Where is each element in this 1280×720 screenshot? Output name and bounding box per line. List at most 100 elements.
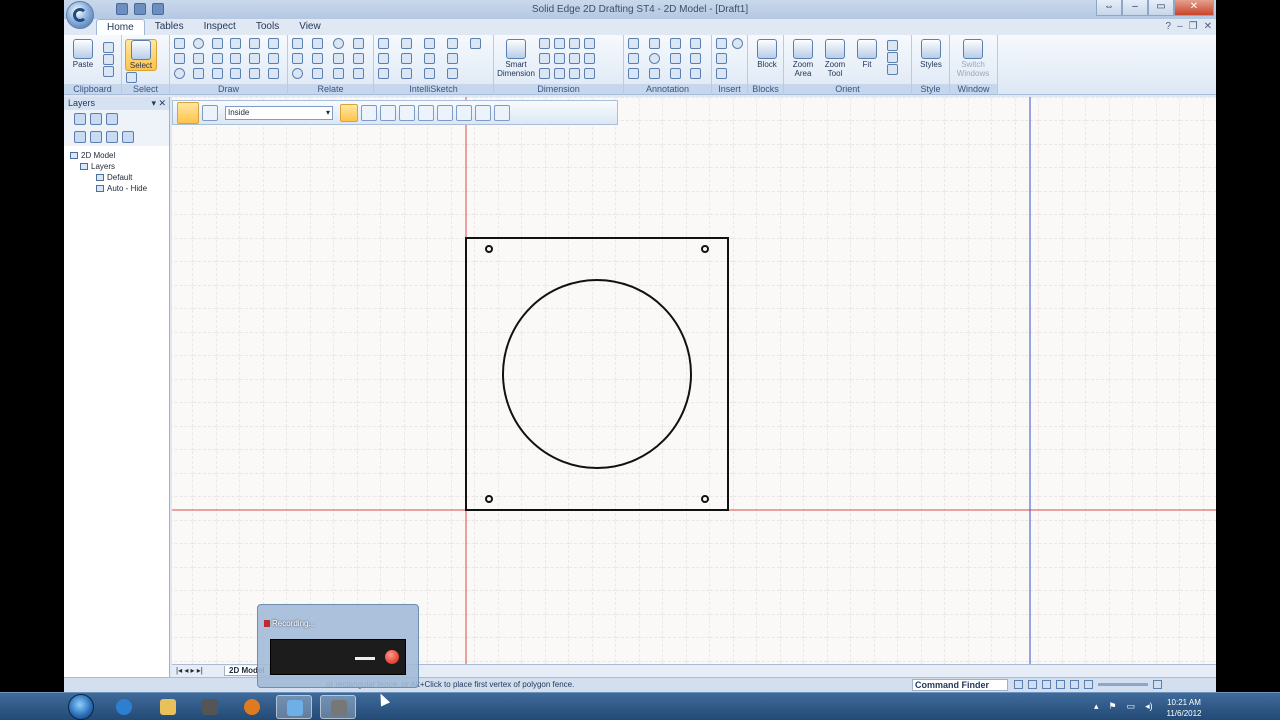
dim-axis-icon[interactable]	[569, 53, 581, 64]
tree-item-auto-hide[interactable]: Auto - Hide	[70, 183, 163, 194]
network-icon[interactable]: ▭	[1127, 701, 1136, 712]
snap-endpoint-icon[interactable]	[378, 38, 389, 49]
select-filter-icon[interactable]	[202, 104, 218, 121]
relationship-handles-icon[interactable]	[352, 68, 364, 79]
snap-midpoint-icon[interactable]	[378, 53, 389, 64]
edge-condition-icon[interactable]	[669, 68, 681, 79]
image-icon[interactable]	[716, 53, 727, 64]
perpendicular-icon[interactable]	[312, 53, 324, 64]
fence-icon[interactable]	[340, 103, 358, 122]
horizontal-icon[interactable]	[292, 53, 303, 64]
tab-tools[interactable]: Tools	[246, 19, 289, 35]
select-button[interactable]: Select	[125, 39, 157, 71]
help-question-icon[interactable]: ?	[1166, 21, 1172, 32]
drawing-canvas[interactable]	[172, 97, 1216, 664]
parallel-icon[interactable]	[312, 38, 324, 49]
datum-target-icon[interactable]	[690, 68, 702, 79]
hatch-icon[interactable]	[249, 53, 261, 64]
copy-icon[interactable]	[103, 54, 115, 65]
snap-tangent-icon[interactable]	[401, 53, 412, 64]
application-button[interactable]	[66, 1, 94, 29]
select-tool-icon[interactable]	[177, 101, 199, 124]
polygon-fence-icon[interactable]	[418, 104, 434, 121]
doc-close-button[interactable]: ✕	[1204, 21, 1212, 32]
snap-perpendicular-icon[interactable]	[401, 68, 412, 79]
equal-icon[interactable]	[332, 53, 344, 64]
area-icon[interactable]	[249, 68, 261, 79]
taskbar-recorder[interactable]	[320, 695, 356, 719]
view-options-icon[interactable]	[887, 64, 899, 75]
recorder-popup[interactable]: Recording...	[257, 604, 419, 688]
surface-texture-icon[interactable]	[648, 38, 660, 49]
snap-settings-icon[interactable]	[447, 68, 458, 79]
arc-icon[interactable]	[192, 38, 204, 49]
fit-status-icon[interactable]	[1056, 680, 1065, 689]
datum-frame-icon[interactable]	[669, 38, 681, 49]
coordinate-icon[interactable]	[539, 68, 551, 79]
zoom-in-icon[interactable]	[1153, 680, 1162, 689]
snap-center-icon[interactable]	[378, 68, 389, 79]
delete-layer-icon[interactable]	[90, 113, 102, 125]
switch-windows-button[interactable]: Switch Windows	[953, 39, 993, 78]
line-icon[interactable]	[174, 38, 185, 49]
tab-home[interactable]: Home	[96, 19, 145, 35]
globe-icon[interactable]	[731, 38, 743, 49]
close-button[interactable]: ✕	[1174, 0, 1214, 16]
tree-item-default[interactable]: Default	[70, 172, 163, 183]
check-icon[interactable]	[475, 104, 491, 121]
intellisketch-options-icon[interactable]	[470, 38, 481, 49]
smart-dimension-button[interactable]: Smart Dimension	[497, 39, 535, 78]
rigid-icon[interactable]	[352, 53, 364, 64]
copy-attrs-icon[interactable]	[554, 68, 566, 79]
pan-icon[interactable]	[887, 40, 899, 51]
connect-icon[interactable]	[292, 38, 303, 49]
doc-restore-button[interactable]: ❐	[1189, 21, 1198, 32]
dim-baseline-icon[interactable]	[584, 68, 596, 79]
snap-grid-icon[interactable]	[447, 38, 458, 49]
fence-mode-select[interactable]: Inside	[225, 105, 333, 120]
fillet-icon[interactable]	[211, 38, 223, 49]
record-button-icon[interactable]	[385, 650, 399, 664]
angle-icon[interactable]	[539, 53, 551, 64]
layer-settings-icon[interactable]	[122, 131, 134, 143]
move-icon[interactable]	[211, 68, 223, 79]
mirror-icon[interactable]	[230, 53, 242, 64]
restore-button[interactable]: ▭	[1148, 0, 1174, 16]
rotate-icon[interactable]	[230, 38, 242, 49]
zoom-previous-icon[interactable]	[887, 52, 899, 63]
layer-properties-icon[interactable]	[106, 113, 118, 125]
block-button[interactable]: Block	[751, 39, 783, 69]
zoom-slider[interactable]	[1098, 683, 1148, 686]
tree-item-2d-model[interactable]: 2D Model	[70, 150, 163, 161]
taskbar-solid-edge[interactable]	[276, 695, 312, 719]
bolt-hole-circle-icon[interactable]	[690, 53, 702, 64]
format-painter-icon[interactable]	[103, 66, 115, 77]
symmetric-diameter-icon[interactable]	[554, 38, 566, 49]
cut-icon[interactable]	[103, 42, 115, 53]
snap-alignment-icon[interactable]	[424, 68, 435, 79]
dim-style-icon[interactable]	[569, 38, 581, 49]
extend-icon[interactable]	[268, 53, 280, 64]
back-arrow-icon[interactable]	[437, 104, 453, 121]
center-mark-icon[interactable]	[648, 53, 660, 64]
zoom-out-icon[interactable]	[1084, 680, 1093, 689]
scale-icon[interactable]	[230, 68, 242, 79]
pan-status-icon[interactable]	[1070, 680, 1079, 689]
zoom-area-button[interactable]: Zoom Area	[787, 39, 819, 78]
minimize-button[interactable]: –	[1122, 0, 1148, 16]
cancel-x-icon[interactable]	[494, 104, 510, 121]
trim-icon[interactable]	[211, 53, 223, 64]
paste-button[interactable]: Paste	[67, 39, 99, 69]
start-button[interactable]	[68, 694, 94, 720]
tree-item-layers[interactable]: Layers	[70, 161, 163, 172]
snap-silhouette-icon[interactable]	[447, 53, 458, 64]
volume-icon[interactable]: ◂)	[1145, 701, 1153, 712]
dim-update-icon[interactable]	[569, 68, 581, 79]
forward-arrow-icon[interactable]	[456, 104, 472, 121]
curve-icon[interactable]	[192, 53, 204, 64]
zoom-status-icon[interactable]	[1042, 680, 1051, 689]
split-icon[interactable]	[268, 68, 280, 79]
taskbar-ie[interactable]	[106, 695, 142, 719]
taskbar-explorer[interactable]	[150, 695, 186, 719]
chamfer-dim-icon[interactable]	[554, 53, 566, 64]
